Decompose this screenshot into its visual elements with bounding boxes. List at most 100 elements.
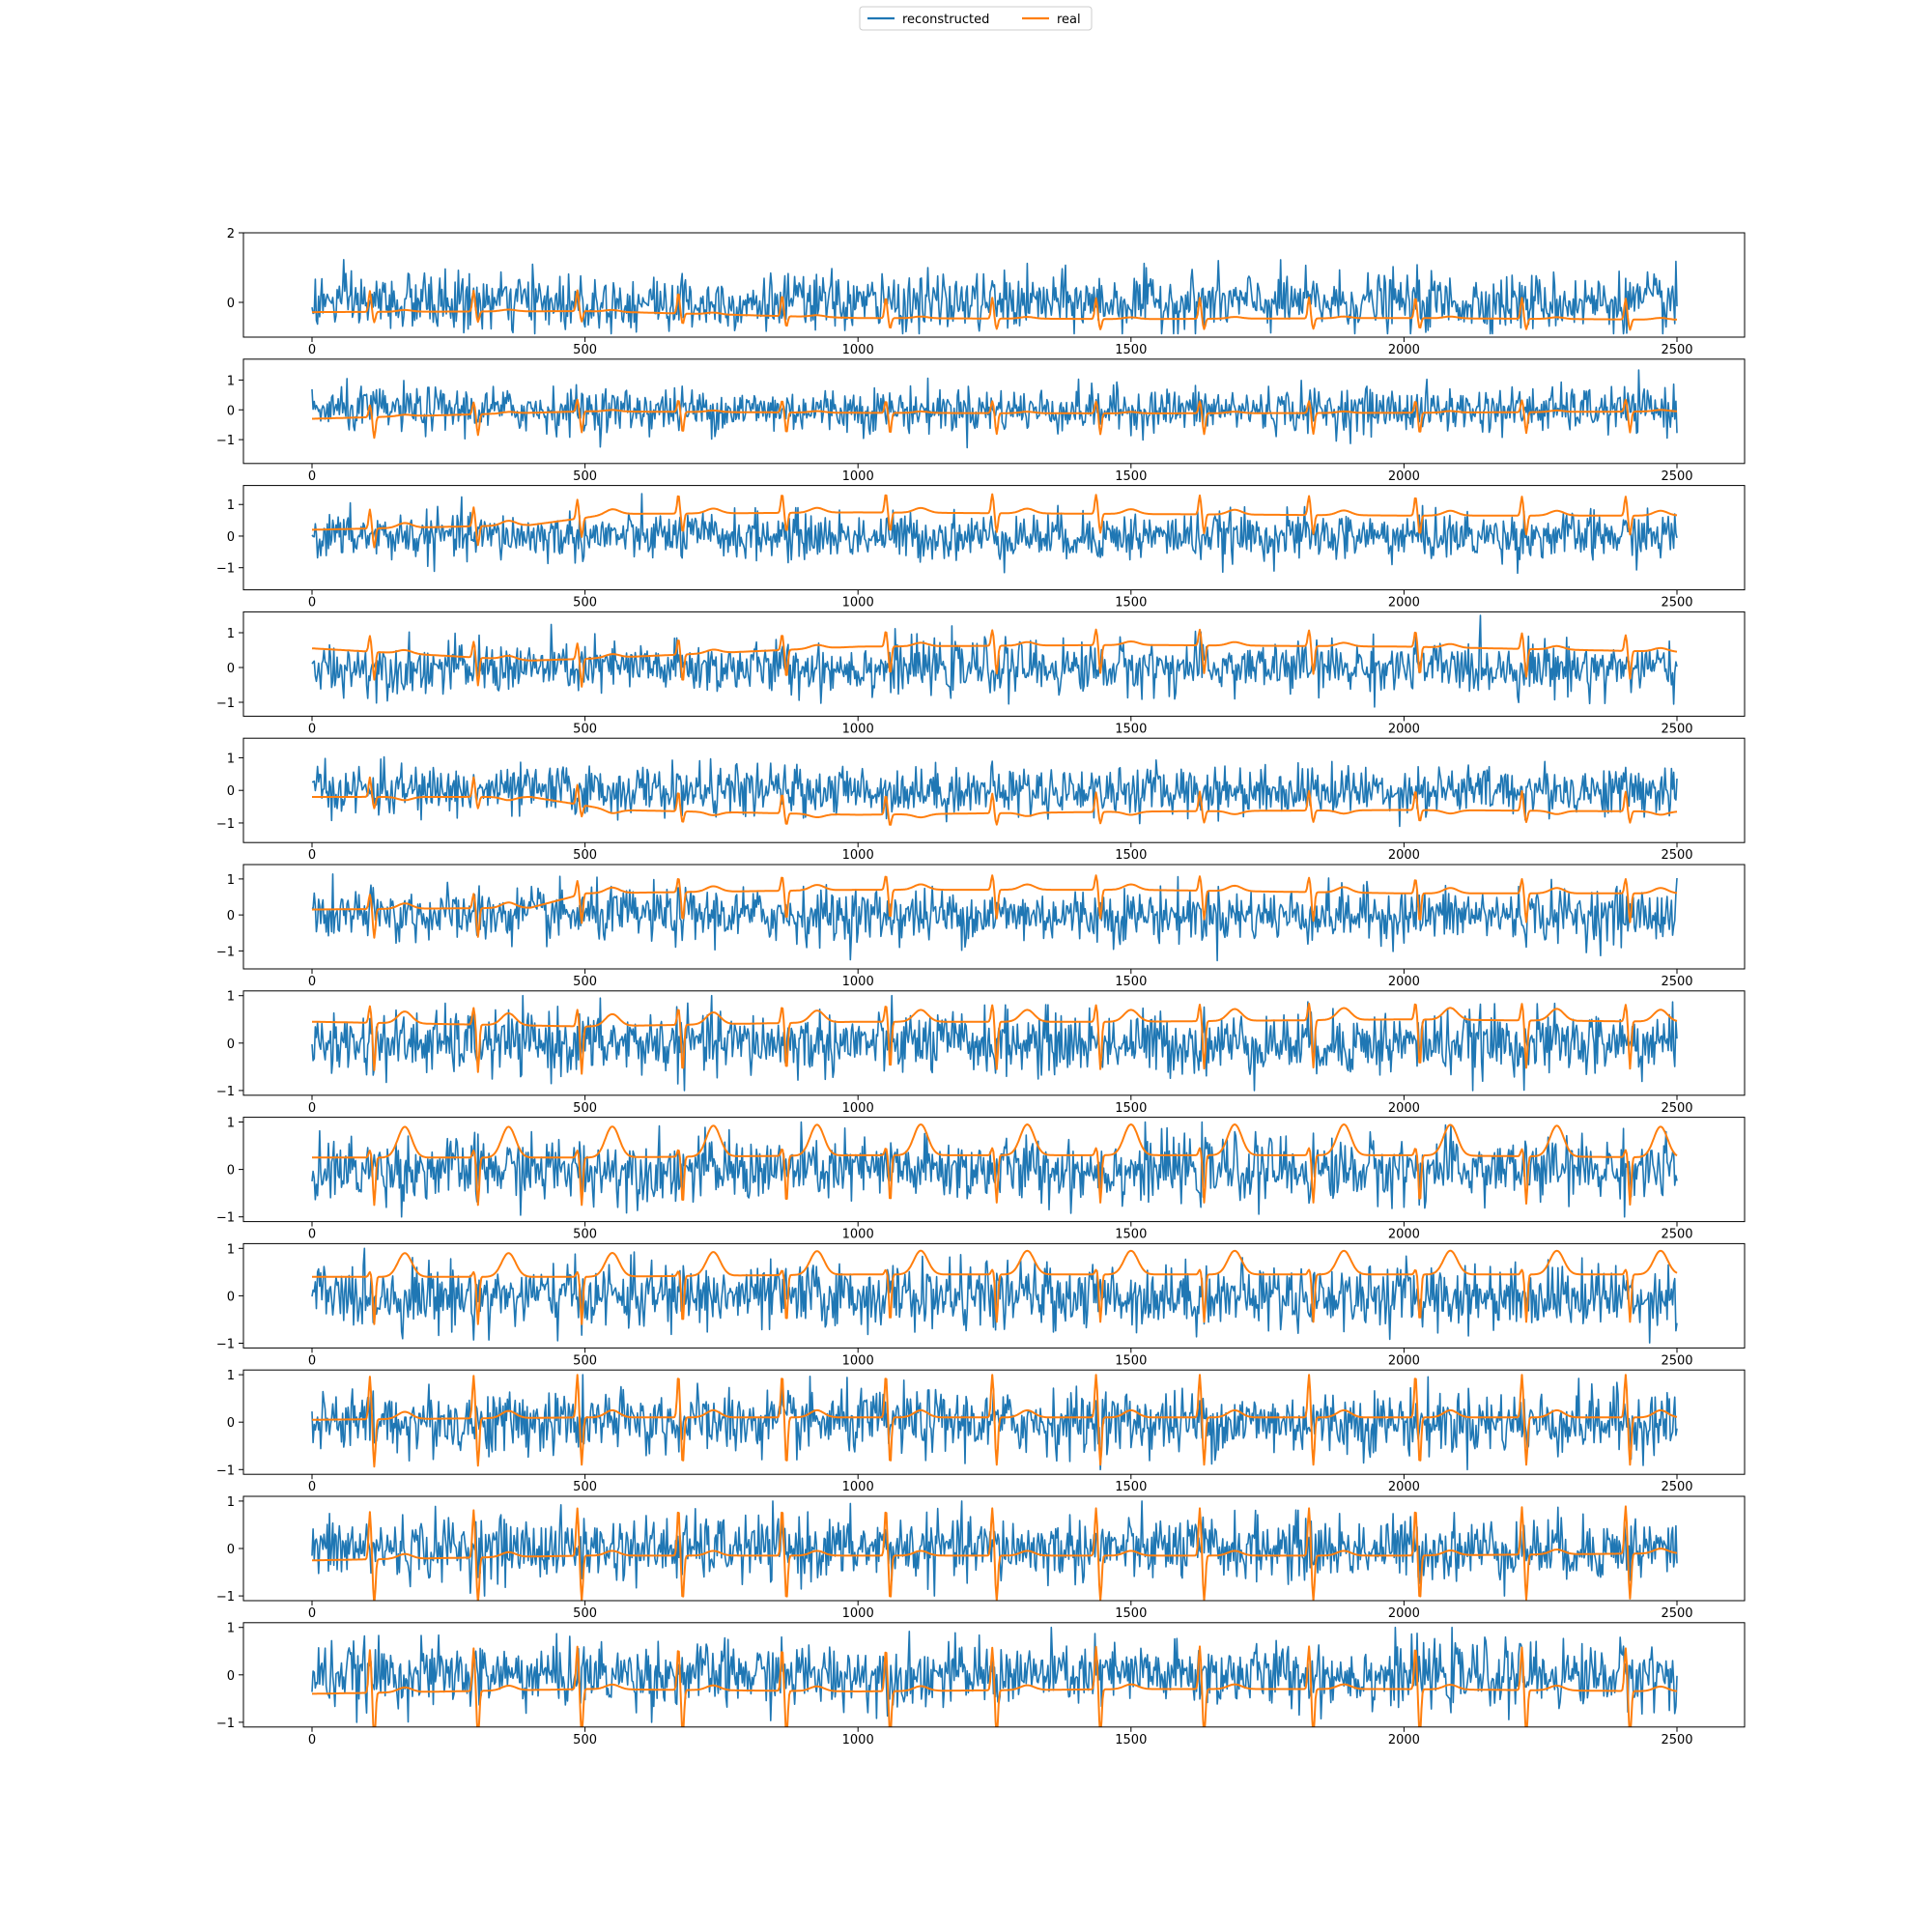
legend: reconstructed real: [859, 6, 1093, 31]
x-tick-label: 2000: [1388, 469, 1420, 484]
x-tick-label: 1500: [1115, 469, 1147, 484]
x-tick-label: 500: [573, 596, 597, 611]
y-tick-label: 1: [227, 1369, 235, 1383]
y-tick-label: 1: [227, 752, 235, 766]
y-tick-label: 0: [227, 1290, 235, 1304]
y-tick-label: −1: [216, 1085, 235, 1099]
x-tick-label: 0: [308, 1480, 316, 1494]
x-tick-label: 500: [573, 469, 597, 484]
x-tick-label: 1500: [1115, 1101, 1147, 1116]
x-tick-label: 2500: [1661, 1480, 1692, 1494]
subplot-grid: 020 500 1000 1500 2000 2500−1010 500 1000 1500 20…: [216, 227, 1746, 1747]
y-tick-label: 0: [227, 1164, 235, 1179]
x-tick-label: 2500: [1661, 596, 1692, 611]
x-tick-label: 2500: [1661, 1733, 1692, 1747]
x-tick-label: 2500: [1661, 1606, 1692, 1621]
x-tick-label: 0: [308, 343, 316, 357]
x-tick-label: 2000: [1388, 1480, 1420, 1494]
y-tick-label: 1: [227, 1622, 235, 1636]
y-tick-label: 0: [227, 1037, 235, 1052]
y-tick-label: 0: [227, 909, 235, 923]
y-tick-label: 0: [227, 662, 235, 676]
x-tick-label: 1500: [1115, 343, 1147, 357]
x-tick-label: 1500: [1115, 1606, 1147, 1621]
x-tick-label: 500: [573, 1733, 597, 1747]
x-tick-label: 500: [573, 848, 597, 863]
subplot-6: −1 0 1 0 500 1000 1500 2000 2500: [216, 864, 1746, 989]
x-tick-label: 2000: [1388, 1733, 1420, 1747]
y-tick-label: 0: [227, 1416, 235, 1431]
subplot-11: −1 0 1 0 500 1000 1500 2000 2500: [216, 1495, 1746, 1621]
x-tick-label: 500: [573, 1228, 597, 1242]
subplot-7: −1 0 1 0 500 1000 1500 2000 2500: [216, 990, 1746, 1116]
y-tick-label: −1: [216, 945, 235, 959]
subplot-5: −1 0 1 0 500 1000 1500 2000 2500: [216, 737, 1746, 863]
subplot-10: −1 0 1 0 500 1000 1500 2000 2500: [216, 1369, 1746, 1494]
y-tick-label: −1: [216, 562, 235, 577]
x-tick-label: 2500: [1661, 1101, 1692, 1116]
x-tick-label: 1000: [842, 1606, 874, 1621]
y-tick-label: −1: [216, 1211, 235, 1226]
x-tick-label: 2000: [1388, 1353, 1420, 1368]
y-tick-label: 0: [227, 404, 235, 418]
x-tick-label: 2500: [1661, 343, 1692, 357]
x-tick-label: 2500: [1661, 469, 1692, 484]
x-tick-label: 2500: [1661, 1353, 1692, 1368]
x-tick-label: 2000: [1388, 722, 1420, 736]
subplot-4: −1 0 1 0 500 1000 1500 2000 2500: [216, 611, 1746, 736]
x-tick-label: 1000: [842, 1353, 874, 1368]
x-tick-label: 0: [308, 1228, 316, 1242]
x-tick-label: 500: [573, 1480, 597, 1494]
y-tick-label: 1: [227, 990, 235, 1005]
y-tick-label: 1: [227, 374, 235, 388]
x-tick-label: 500: [573, 1606, 597, 1621]
x-tick-label: 1500: [1115, 848, 1147, 863]
x-tick-label: 2500: [1661, 848, 1692, 863]
x-tick-label: 0: [308, 469, 316, 484]
x-tick-label: 1000: [842, 1733, 874, 1747]
y-tick-label: −1: [216, 817, 235, 832]
y-tick-label: 1: [227, 1117, 235, 1131]
x-tick-label: 0: [308, 1733, 316, 1747]
subplot-12: −1 0 1 0 500 1000 1500 2000 2500: [216, 1622, 1746, 1747]
legend-label-reconstructed: reconstructed: [902, 13, 989, 27]
y-tick-label: 1: [227, 627, 235, 641]
x-tick-label: 0: [308, 975, 316, 989]
x-tick-label: 500: [573, 1101, 597, 1116]
x-tick-label: 2000: [1388, 1101, 1420, 1116]
x-tick-label: 1000: [842, 596, 874, 611]
x-tick-label: 2500: [1661, 1228, 1692, 1242]
x-tick-label: 2000: [1388, 848, 1420, 863]
y-tick-label: 0: [227, 297, 235, 311]
ecg-reconstruction-chart: reconstructed real 020 500 1000 1500 2000 250…: [216, 6, 1746, 1747]
y-tick-label: −1: [216, 1717, 235, 1731]
x-tick-label: 0: [308, 1101, 316, 1116]
x-tick-label: 1500: [1115, 1353, 1147, 1368]
x-tick-label: 500: [573, 975, 597, 989]
y-tick-label: −1: [216, 1463, 235, 1478]
x-tick-label: 1500: [1115, 1480, 1147, 1494]
y-tick-label: 2: [227, 227, 235, 242]
x-tick-label: 0: [308, 596, 316, 611]
x-tick-label: 2500: [1661, 975, 1692, 989]
x-tick-label: 2000: [1388, 1228, 1420, 1242]
subplot-3: −1 0 1 0 500 1000 1500 2000 2500: [216, 485, 1746, 611]
x-tick-label: 1000: [842, 1228, 874, 1242]
x-tick-label: 1000: [842, 722, 874, 736]
x-tick-label: 1000: [842, 343, 874, 357]
y-tick-label: −1: [216, 1337, 235, 1351]
y-tick-label: −1: [216, 434, 235, 448]
x-tick-label: 1000: [842, 975, 874, 989]
y-tick-label: 0: [227, 1543, 235, 1557]
x-tick-label: 2500: [1661, 722, 1692, 736]
x-tick-label: 0: [308, 1606, 316, 1621]
subplot-2: −1 0 1 0 500 1000 1500 2000 2500: [216, 358, 1746, 484]
y-tick-label: 1: [227, 873, 235, 888]
subplot-1: 0 2 0 500 1000 1500 2000 2500: [227, 227, 1746, 357]
x-tick-label: 0: [308, 1353, 316, 1368]
series-real-line: [312, 1505, 1678, 1601]
x-tick-label: 500: [573, 722, 597, 736]
y-tick-label: 1: [227, 1242, 235, 1257]
x-tick-label: 2000: [1388, 1606, 1420, 1621]
x-tick-label: 1500: [1115, 1228, 1147, 1242]
